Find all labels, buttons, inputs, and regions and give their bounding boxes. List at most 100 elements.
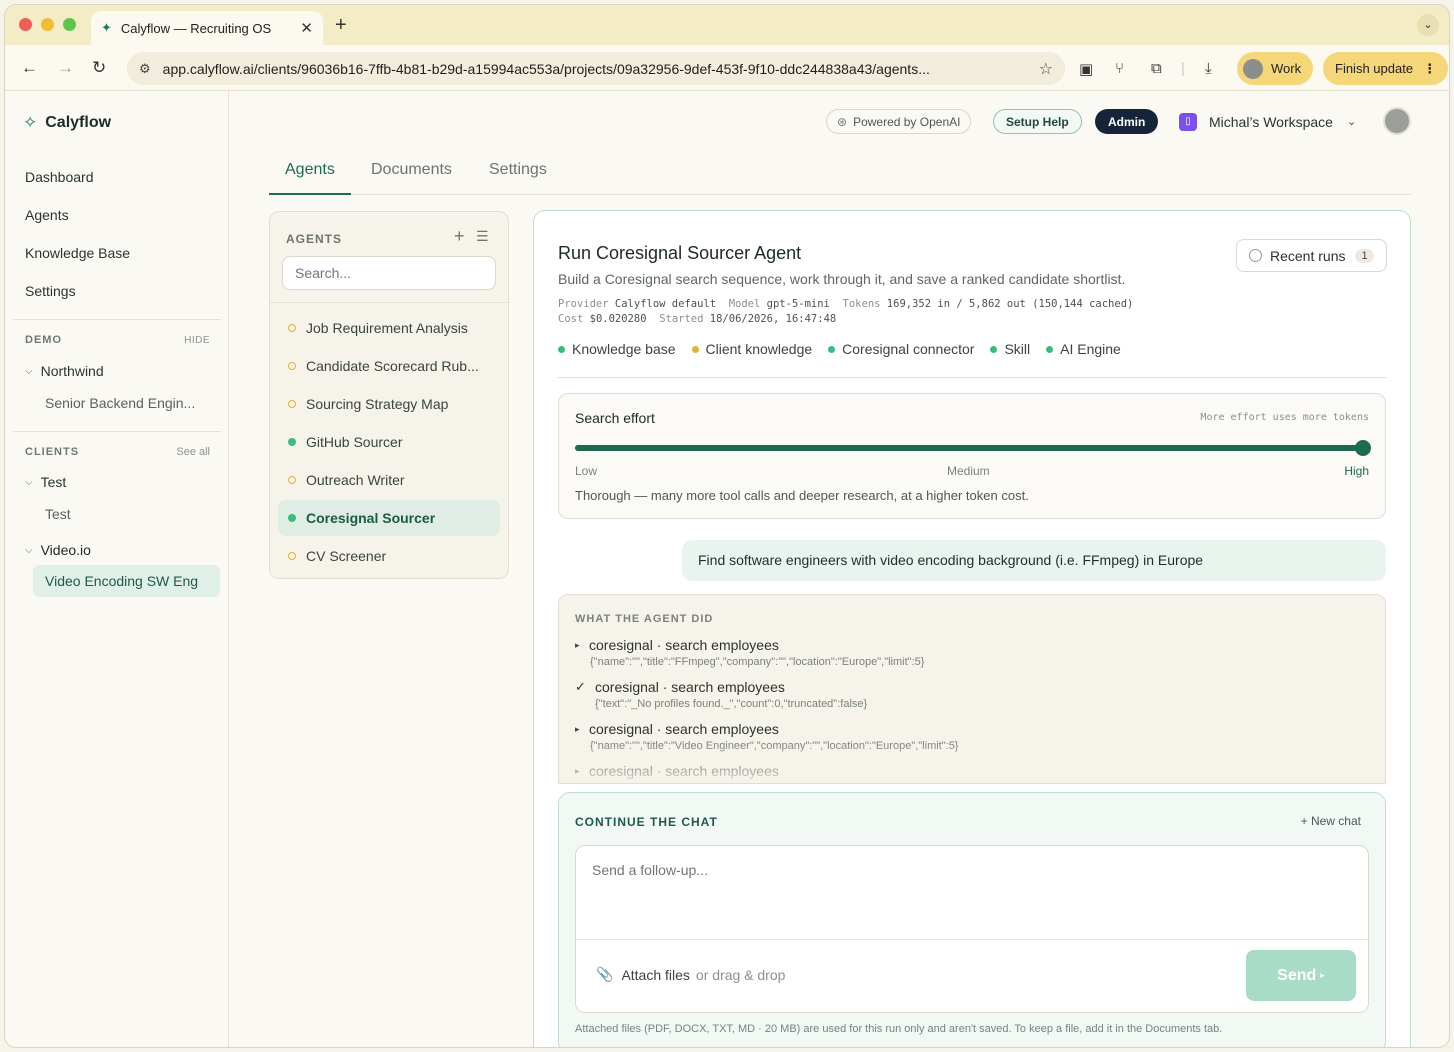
new-tab-icon[interactable]: + (335, 14, 347, 37)
drag-drop-hint: or drag & drop (695, 966, 786, 983)
tab-title: Calyflow — Recruiting OS (120, 20, 272, 36)
close-tab-icon[interactable]: ✕ (300, 19, 313, 37)
agent-list-item[interactable]: Coresignal Sourcer (278, 500, 500, 536)
site-settings-icon[interactable]: ⚙ (139, 61, 151, 77)
minimize-window-button[interactable] (41, 18, 54, 31)
more-menu-icon[interactable]: ⋮ (1423, 61, 1436, 77)
bookmark-star-icon[interactable]: ☆ (1039, 59, 1053, 79)
sidebar-client-test[interactable]: ⌵ Test (25, 474, 66, 490)
agent-list-item[interactable]: Outreach Writer (278, 462, 500, 498)
user-message-bubble: Find software engineers with video encod… (682, 540, 1386, 581)
agent-step[interactable]: ✓ coresignal · search employees {"text":"_… (575, 679, 867, 710)
sidebar-item-knowledge-base[interactable]: Knowledge Base (25, 245, 130, 261)
paperclip-icon: 📎 (596, 966, 614, 982)
agent-list-item[interactable]: GitHub Sourcer (278, 424, 500, 460)
extension-screen-icon[interactable]: ▣ (1079, 60, 1093, 78)
reload-icon[interactable]: ↻ (92, 58, 106, 78)
admin-button[interactable]: Admin (1095, 109, 1159, 134)
agent-name: GitHub Sourcer (306, 434, 403, 450)
finish-update-label: Finish update (1335, 61, 1414, 76)
sidebar-item-agents[interactable]: Agents (25, 207, 69, 223)
client-name: Northwind (40, 363, 104, 379)
recent-runs-count-badge: 1 (1355, 248, 1374, 263)
finish-update-button[interactable]: Finish update ⋮ (1323, 52, 1449, 85)
effort-medium-label[interactable]: Medium (947, 464, 990, 478)
sidebar-item-dashboard[interactable]: Dashboard (25, 169, 94, 185)
sidebar: ✧ Calyflow Dashboard Agents Knowledge Ba… (5, 91, 229, 1047)
profile-avatar (1243, 58, 1263, 79)
downloads-icon[interactable]: ⤓ (1205, 60, 1212, 77)
search-effort-slider[interactable] (575, 440, 1371, 456)
sidebar-project-senior-backend[interactable]: Senior Backend Engin... (45, 395, 195, 411)
tab-search-chevron-icon[interactable]: ⌄ (1417, 14, 1439, 36)
calyflow-favicon-icon: ✦ (101, 20, 112, 35)
brand-logo[interactable]: ✧ Calyflow (23, 113, 111, 133)
sidebar-item-settings[interactable]: Settings (25, 283, 76, 299)
user-avatar[interactable] (1383, 107, 1411, 135)
setup-help-button[interactable]: Setup Help (993, 109, 1082, 134)
activity-fade (559, 743, 1385, 783)
close-window-button[interactable] (19, 18, 32, 31)
extension-fork-icon[interactable]: ⑂ (1115, 60, 1124, 77)
chevron-down-icon: ⌄ (1346, 116, 1357, 128)
tab-settings[interactable]: Settings (489, 161, 547, 179)
tab-documents[interactable]: Documents (371, 161, 452, 179)
back-arrow-icon[interactable]: ← (21, 58, 38, 78)
recent-runs-label: Recent runs (1270, 247, 1346, 264)
expand-caret-icon: ▸ (575, 639, 580, 650)
search-effort-box: Search effort More effort uses more toke… (558, 393, 1386, 519)
sidebar-client-video-io[interactable]: ⌵ Video.io (25, 542, 91, 558)
agent-step[interactable]: ▸ coresignal · search employees {"name":""… (575, 637, 924, 668)
run-subtitle: Build a Coresignal search sequence, work… (558, 271, 1126, 287)
sidebar-project-test[interactable]: Test (45, 506, 71, 522)
tab-agents[interactable]: Agents (285, 161, 335, 179)
address-bar[interactable]: ⚙ app.calyflow.ai/clients/96036b16-7ffb-… (127, 52, 1065, 85)
expand-caret-icon: ▸ (575, 723, 580, 734)
agent-list-item[interactable]: Candidate Scorecard Rub... (278, 348, 500, 384)
browser-tab[interactable]: ✦ Calyflow — Recruiting OS ✕ (91, 11, 323, 45)
attach-files-button[interactable]: 📎 Attach files or drag & drop (596, 966, 785, 983)
capability-tag-label: AI Engine (1060, 341, 1121, 357)
agent-list-item[interactable]: Job Requirement Analysis (278, 310, 500, 346)
capability-tag-label: Knowledge base (572, 341, 676, 357)
effort-high-label[interactable]: High (1344, 464, 1369, 478)
status-dot-icon (288, 552, 296, 560)
effort-low-label[interactable]: Low (575, 464, 597, 478)
clients-see-all-link[interactable]: See all (176, 446, 210, 458)
recent-runs-button[interactable]: Recent runs 1 (1236, 239, 1387, 272)
agent-name: Candidate Scorecard Rub... (306, 358, 479, 374)
forward-arrow-icon[interactable]: → (57, 58, 74, 78)
clients-section-label: CLIENTS (25, 446, 80, 458)
profile-button[interactable]: Work (1237, 52, 1314, 85)
sidebar-project-video-encoding[interactable]: Video Encoding SW Eng (33, 565, 220, 597)
continue-chat-title: CONTINUE THE CHAT (575, 815, 718, 829)
workspace-switcher[interactable]: ▯ Michal’s Workspace ⌄ (1179, 109, 1356, 134)
list-view-icon[interactable]: ☰ (476, 228, 489, 245)
demo-hide-link[interactable]: HIDE (184, 335, 210, 346)
meta-key: Cost (558, 313, 584, 325)
slider-thumb[interactable] (1355, 440, 1371, 456)
agent-list-item[interactable]: Sourcing Strategy Map (278, 386, 500, 422)
add-agent-icon[interactable]: + (454, 226, 465, 247)
card-divider (558, 377, 1386, 378)
capability-tag: AI Engine (1046, 341, 1121, 357)
agents-panel: AGENTS + ☰ Job Requirement Analysis Candi… (269, 211, 509, 579)
meta-key: Provider (558, 298, 609, 310)
agent-list-item[interactable]: CV Screener (278, 538, 500, 574)
send-button[interactable]: Send ▸ (1246, 950, 1356, 1001)
agent-step-tool: coresignal · search employees (595, 679, 785, 695)
sidebar-client-northwind[interactable]: ⌵ Northwind (25, 363, 104, 379)
chevron-down-icon: ⌵ (25, 476, 33, 488)
powered-by-openai-badge: ⊛ Powered by OpenAI (826, 109, 972, 134)
run-title: Run Coresignal Sourcer Agent (558, 243, 802, 263)
check-icon: ✓ (575, 679, 586, 694)
new-chat-button[interactable]: + New chat (1301, 814, 1361, 828)
follow-up-input[interactable] (576, 846, 1368, 940)
maximize-window-button[interactable] (63, 18, 76, 31)
send-arrow-icon: ▸ (1320, 970, 1325, 980)
agents-search-input[interactable] (282, 256, 496, 290)
agent-step-args: {"text":"_No profiles found._","count":0… (595, 698, 868, 710)
extensions-puzzle-icon[interactable]: ⧉ (1151, 60, 1162, 77)
agent-step-header: ▸ coresignal · search employees (575, 637, 924, 653)
meta-key: Started (659, 313, 704, 325)
